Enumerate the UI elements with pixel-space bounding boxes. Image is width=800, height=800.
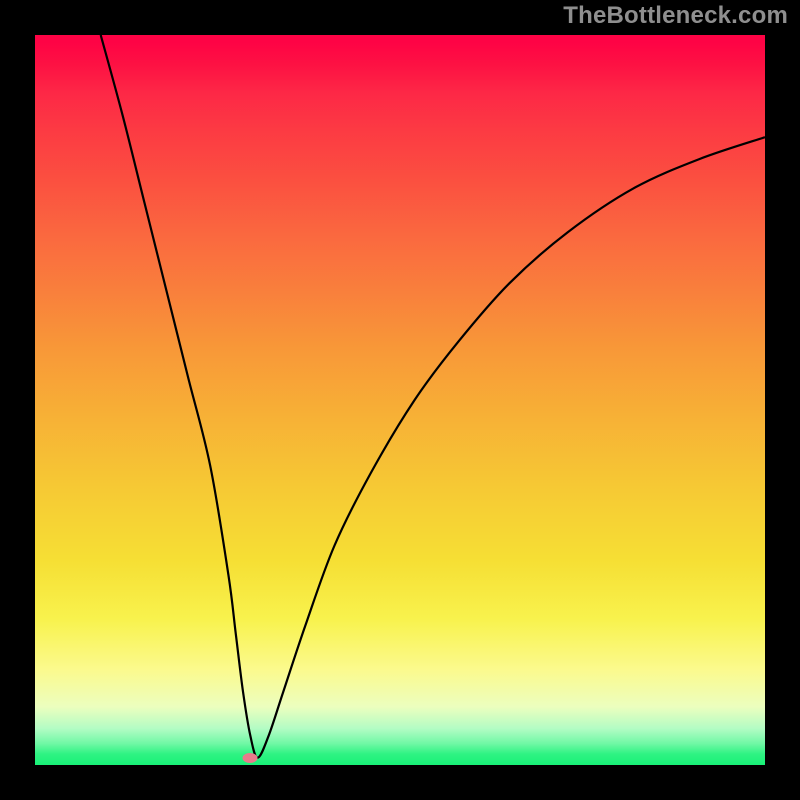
chart-frame: TheBottleneck.com bbox=[0, 0, 800, 800]
bottleneck-curve bbox=[35, 35, 765, 765]
watermark-text: TheBottleneck.com bbox=[563, 2, 788, 30]
optimal-point-marker bbox=[243, 753, 258, 763]
curve-line bbox=[101, 35, 765, 758]
plot-area bbox=[35, 35, 765, 765]
